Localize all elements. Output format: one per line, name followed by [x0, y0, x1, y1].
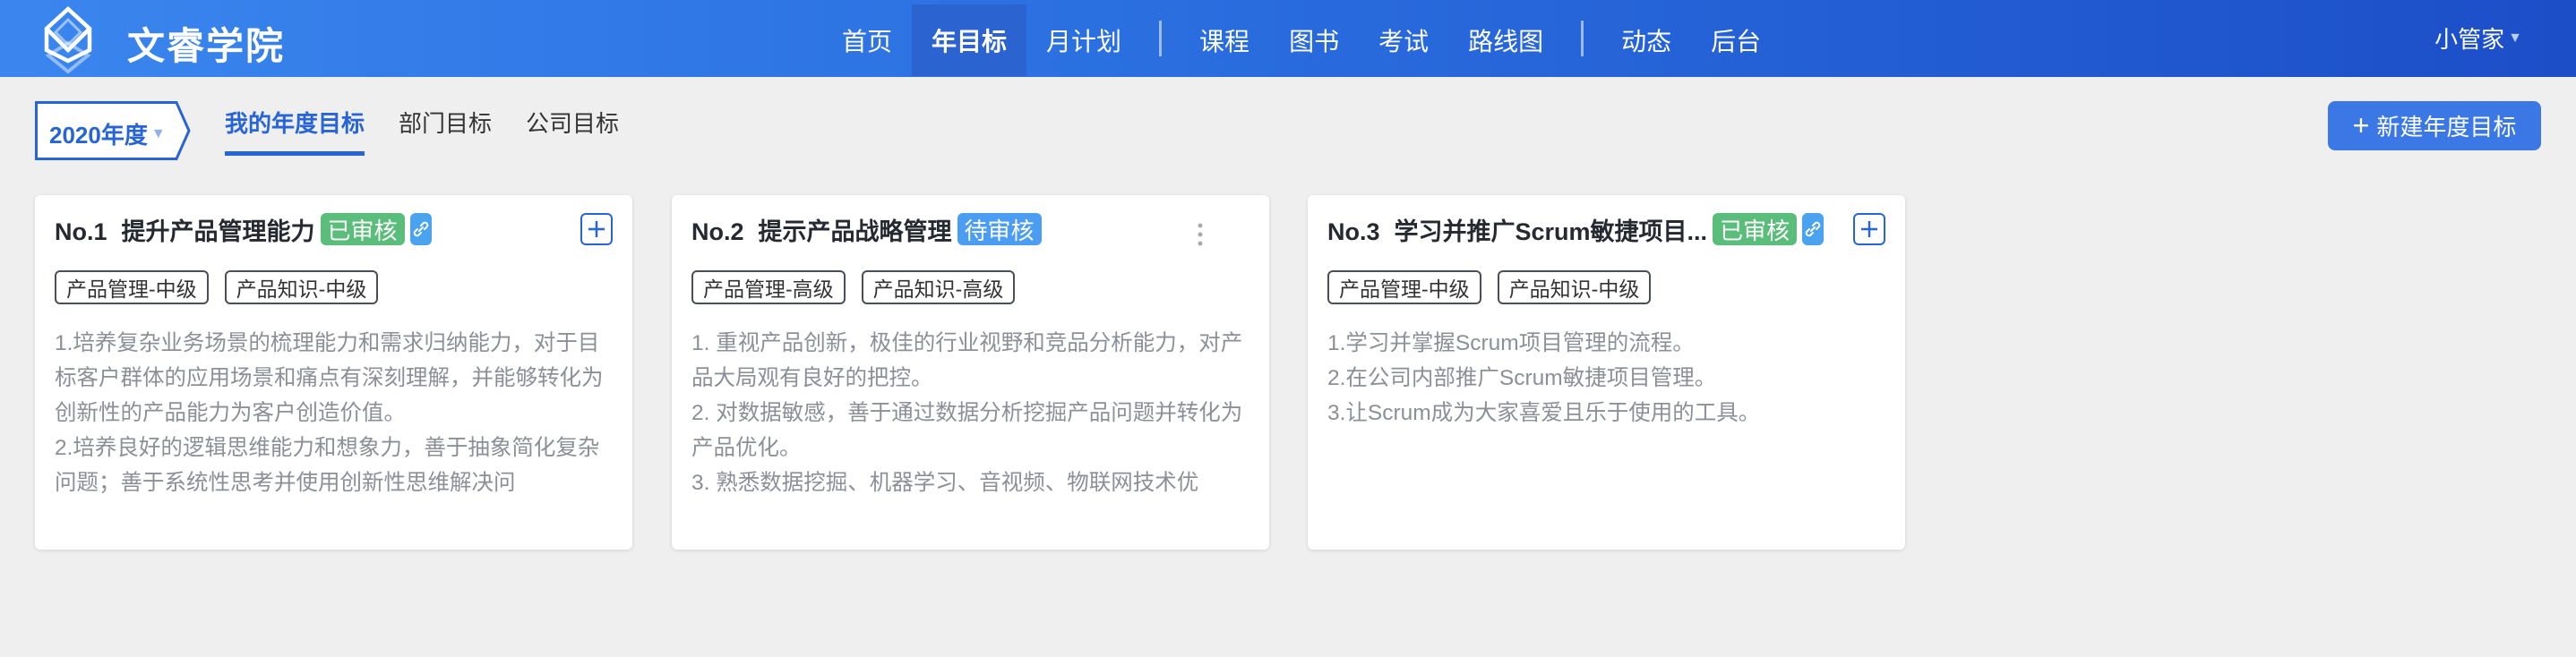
goal-description: 1. 重视产品创新，极佳的行业视野和竞品分析能力，对产品大局观有良好的把控。 2.… [691, 326, 1247, 535]
description-line: 1.培养复杂业务场景的梳理能力和需求归纳能力，对于目标客户群体的应用场景和痛点有… [55, 331, 604, 425]
skill-tag: 产品知识-高级 [861, 270, 1016, 304]
nav-divider [1581, 21, 1584, 56]
goal-title: No.1 提升产品管理能力 [55, 212, 315, 247]
link-icon[interactable] [1802, 213, 1825, 245]
status-badge: 已审核 [1713, 213, 1798, 245]
goal-name: 提示产品战略管理 [758, 218, 952, 245]
tab-company-goals[interactable]: 公司目标 [526, 106, 619, 156]
skill-tag: 产品管理-高级 [691, 270, 846, 304]
link-icon[interactable] [409, 213, 432, 245]
nav-admin[interactable]: 后台 [1691, 4, 1781, 76]
add-icon[interactable] [1853, 213, 1885, 245]
top-header: 文睿学院 首页 年目标 月计划 课程 图书 考试 路线图 动态 后台 小管家 ▼ [0, 0, 2576, 77]
description-line: 1. 重视产品创新，极佳的行业视野和竞品分析能力，对产品大局观有良好的把控。 [691, 331, 1243, 390]
nav-courses[interactable]: 课程 [1180, 4, 1269, 76]
goal-number: No.2 [691, 218, 744, 245]
year-value: 2020年度 [49, 122, 148, 149]
tab-department-goals[interactable]: 部门目标 [399, 106, 492, 156]
add-icon[interactable] [580, 213, 613, 245]
goal-card[interactable]: No.2 提示产品战略管理 待审核产品管理-高级 产品知识-高级 1. 重视产品创新，… [672, 195, 1269, 550]
caret-down-icon: ▼ [2508, 30, 2522, 46]
skill-tag: 产品知识-中级 [224, 270, 379, 304]
skill-tag: 产品管理-中级 [55, 270, 209, 304]
more-vertical-icon[interactable] [1196, 217, 1205, 252]
status-badge: 已审核 [320, 213, 405, 245]
nav-activity[interactable]: 动态 [1601, 4, 1691, 76]
description-line: 2. 对数据敏感，善于通过数据分析挖掘产品问题并转化为产品优化。 [691, 401, 1243, 460]
plus-icon: + [2352, 109, 2370, 141]
goal-tabs: 我的年度目标 部门目标 公司目标 [225, 106, 619, 156]
goal-name: 提升产品管理能力 [121, 218, 315, 245]
tab-my-goals[interactable]: 我的年度目标 [225, 106, 365, 156]
nav-exams[interactable]: 考试 [1359, 4, 1448, 76]
goal-number: No.1 [55, 218, 107, 245]
description-line: 2.在公司内部推广Scrum敏捷项目管理。 [1327, 366, 1717, 390]
goal-title: No.3 学习并推广Scrum敏捷项目... [1327, 212, 1707, 247]
goal-card[interactable]: No.3 学习并推广Scrum敏捷项目... 已审核 产品管理-中级 产品知识-中级… [1308, 195, 1905, 550]
main-nav: 首页 年目标 月计划 课程 图书 考试 路线图 动态 后台 [822, 0, 1781, 77]
brand-name: 文睿学院 [127, 25, 286, 67]
user-menu[interactable]: 小管家 ▼ [2434, 21, 2522, 55]
nav-books[interactable]: 图书 [1269, 4, 1359, 76]
goal-description: 1.学习并掌握Scrum项目管理的流程。 2.在公司内部推广Scrum敏捷项目管理… [1327, 326, 1883, 535]
nav-home[interactable]: 首页 [822, 4, 912, 76]
description-line: 2.培养良好的逻辑思维能力和想象力，善于抽象简化复杂问题；善于系统性思考并使用创… [55, 436, 600, 495]
nav-monthly-plan[interactable]: 月计划 [1026, 4, 1141, 76]
goal-title: No.2 提示产品战略管理 [691, 212, 952, 247]
goal-description: 1.培养复杂业务场景的梳理能力和需求归纳能力，对于目标客户群体的应用场景和痛点有… [55, 326, 610, 535]
nav-annual-goals[interactable]: 年目标 [912, 4, 1027, 76]
user-name: 小管家 [2434, 26, 2505, 53]
description-line: 3.让Scrum成为大家喜爱且乐于使用的工具。 [1327, 401, 1761, 425]
goal-number: No.3 [1327, 218, 1380, 245]
logo-icon [44, 5, 92, 73]
new-annual-goal-label: 新建年度目标 [2376, 114, 2517, 141]
skill-tags: 产品管理-中级 产品知识-中级 [55, 270, 379, 304]
caret-down-icon: ▼ [150, 125, 166, 141]
nav-divider [1159, 21, 1163, 56]
status-badge: 待审核 [957, 213, 1042, 245]
new-annual-goal-button[interactable]: + 新建年度目标 [2328, 101, 2541, 150]
skill-tags: 产品管理-中级 产品知识-中级 [1327, 270, 1652, 304]
description-line: 1.学习并掌握Scrum项目管理的流程。 [1327, 331, 1695, 355]
nav-roadmap[interactable]: 路线图 [1448, 4, 1563, 76]
skill-tags: 产品管理-高级 产品知识-高级 [691, 270, 1016, 304]
skill-tag: 产品知识-中级 [1497, 270, 1652, 304]
year-selector[interactable]: 2020年度 ▼ [35, 101, 191, 160]
goal-card[interactable]: No.1 提升产品管理能力 已审核 产品管理-中级 产品知识-中级 1.培养复杂业务场… [35, 195, 632, 550]
goal-name: 学习并推广Scrum敏捷项目... [1394, 218, 1708, 245]
skill-tag: 产品管理-中级 [1327, 270, 1481, 304]
description-line: 3. 熟悉数据挖掘、机器学习、音视频、物联网技术优 [691, 471, 1199, 495]
